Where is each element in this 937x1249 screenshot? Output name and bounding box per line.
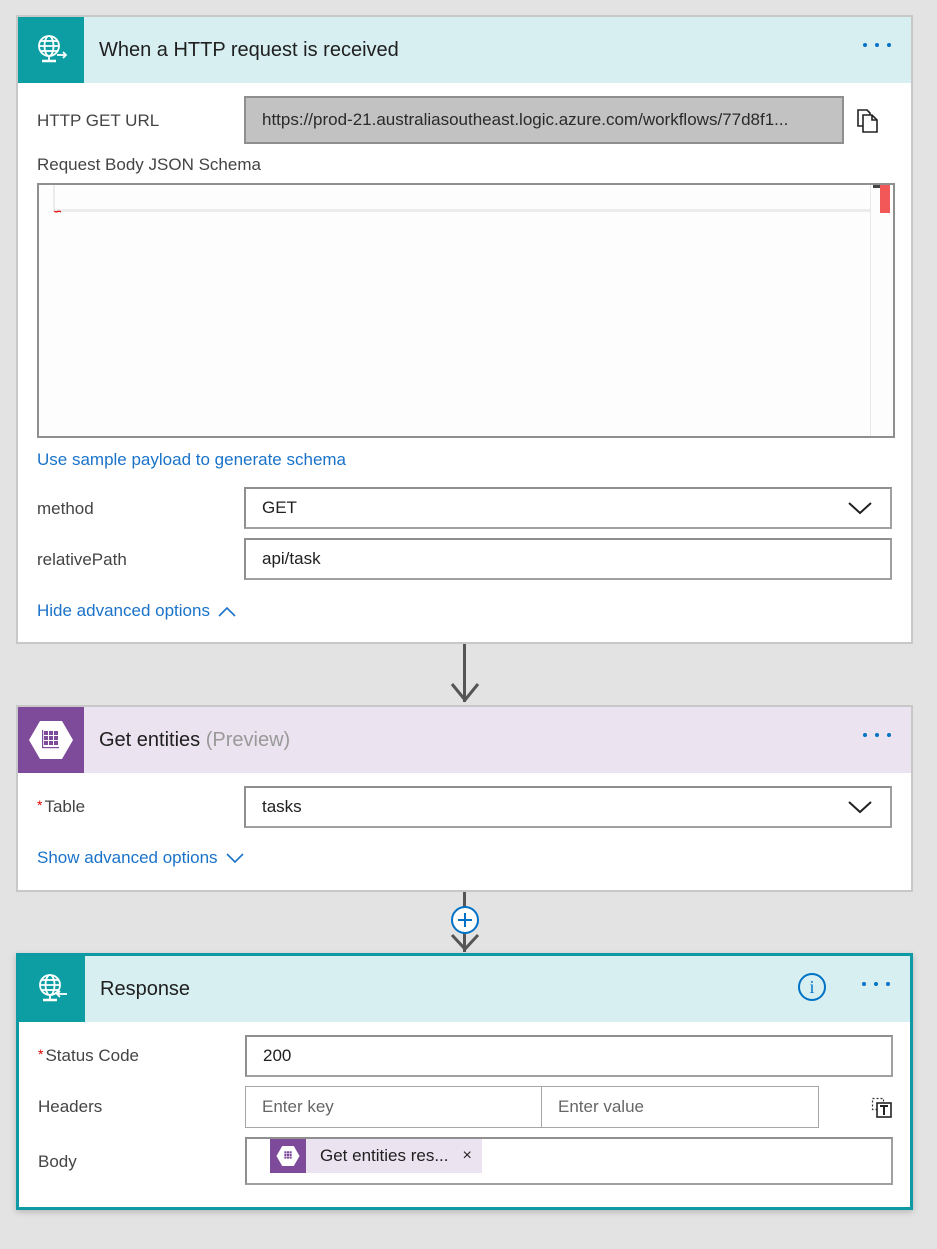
get-entities-card-header[interactable]: Get entities (Preview)	[18, 707, 911, 773]
editor-scrollbar[interactable]	[870, 185, 893, 436]
plus-icon	[458, 913, 472, 927]
arrow-down-icon	[450, 933, 480, 952]
method-dropdown[interactable]: GET	[244, 487, 892, 529]
body-label: Body	[38, 1152, 77, 1171]
switch-to-text-mode-icon[interactable]	[871, 1097, 893, 1124]
http-get-url-value: https://prod-21.australiasoutheast.logic…	[262, 110, 789, 129]
preview-tag: (Preview)	[205, 728, 291, 751]
method-value: GET	[262, 498, 297, 517]
response-card: Response i * Status Code 200 Headers Ente…	[16, 953, 913, 1210]
http-request-globe-icon	[18, 17, 84, 83]
get-entities-card: Get entities (Preview) * Table tasks Show…	[16, 705, 913, 892]
response-more-menu-button[interactable]	[858, 978, 894, 990]
relative-path-input[interactable]: api/task	[244, 538, 892, 580]
required-mark: *	[37, 797, 43, 813]
table-label: * Table	[37, 797, 86, 816]
relative-path-value: api/task	[262, 549, 321, 568]
header-value-input[interactable]: Enter value	[541, 1086, 819, 1128]
status-code-input[interactable]: 200	[245, 1035, 893, 1077]
add-step-button[interactable]	[451, 906, 479, 934]
schema-label: Request Body JSON Schema	[37, 155, 261, 174]
azure-table-storage-icon	[270, 1139, 306, 1173]
status-code-label: * Status Code	[38, 1046, 140, 1065]
chevron-down-icon	[225, 852, 244, 863]
method-label: method	[37, 499, 94, 518]
dynamic-content-token[interactable]: Get entities res... ×	[270, 1139, 482, 1173]
hide-advanced-options-toggle[interactable]: Hide advanced options	[37, 601, 236, 621]
arrow-down-icon	[450, 683, 480, 703]
remove-token-icon[interactable]: ×	[463, 1147, 472, 1165]
trigger-title: When a HTTP request is received	[99, 38, 399, 61]
copy-url-icon[interactable]	[856, 108, 880, 139]
error-squiggle: ∽	[53, 206, 63, 218]
chevron-down-icon[interactable]	[830, 489, 890, 527]
http-get-url-field[interactable]: https://prod-21.australiasoutheast.logic…	[244, 96, 844, 144]
show-advanced-options-toggle[interactable]: Show advanced options	[37, 848, 244, 868]
info-icon[interactable]: i	[798, 973, 826, 1001]
relative-path-label: relativePath	[37, 550, 127, 569]
required-mark: *	[38, 1046, 44, 1062]
http-get-url-label: HTTP GET URL	[37, 111, 160, 130]
token-label: Get entities res...	[320, 1146, 449, 1165]
schema-code-editor[interactable]: ∽	[37, 183, 895, 438]
header-value-placeholder: Enter value	[558, 1097, 644, 1116]
use-sample-payload-link[interactable]: Use sample payload to generate schema	[37, 450, 346, 470]
response-card-header[interactable]: Response i	[19, 956, 910, 1022]
trigger-card-header[interactable]: When a HTTP request is received	[18, 17, 911, 83]
azure-table-storage-icon	[18, 707, 84, 773]
table-value: tasks	[262, 797, 302, 816]
chevron-down-icon[interactable]	[830, 788, 890, 826]
body-input[interactable]: Get entities res... ×	[245, 1137, 893, 1185]
chevron-up-icon	[218, 606, 236, 617]
http-response-globe-icon	[19, 956, 85, 1022]
response-title: Response	[100, 977, 191, 1000]
headers-label: Headers	[38, 1097, 103, 1116]
header-key-placeholder: Enter key	[262, 1097, 334, 1116]
header-key-input[interactable]: Enter key	[245, 1086, 542, 1128]
trigger-card: When a HTTP request is received HTTP GET…	[16, 15, 913, 644]
table-dropdown[interactable]: tasks	[244, 786, 892, 828]
get-entities-more-menu-button[interactable]	[859, 729, 895, 741]
get-entities-title: Get entities (Preview)	[99, 728, 291, 751]
trigger-more-menu-button[interactable]	[859, 39, 895, 51]
status-code-value: 200	[263, 1046, 292, 1065]
